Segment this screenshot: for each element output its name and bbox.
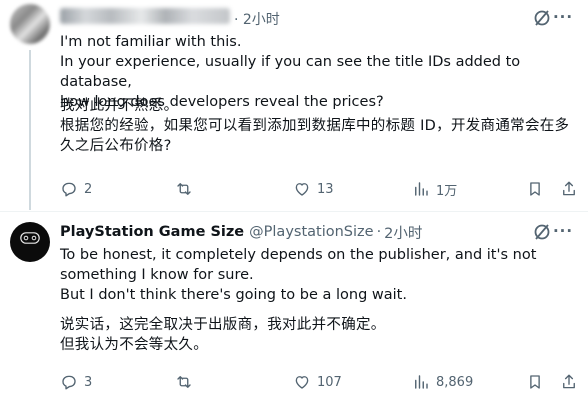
author-handle[interactable]: @PlaystationSize xyxy=(249,224,373,240)
grok-icon[interactable] xyxy=(532,222,552,242)
repost-button[interactable] xyxy=(175,371,199,393)
bookmark-icon xyxy=(530,375,540,389)
avatar[interactable] xyxy=(10,4,50,44)
share-button[interactable] xyxy=(560,371,578,393)
text-line: 我对此并不熟悉。 xyxy=(60,98,179,114)
timestamp[interactable]: 2小时 xyxy=(384,222,422,243)
reply-button[interactable]: 3 xyxy=(60,371,92,393)
text-line: To be honest, it completely depends on t… xyxy=(60,247,537,263)
share-icon xyxy=(563,181,575,196)
repost-button[interactable] xyxy=(175,178,199,200)
views-count: 8,869 xyxy=(436,374,474,390)
avatar[interactable] xyxy=(10,222,50,262)
text-line: something I know for sure. xyxy=(60,267,254,283)
reply-count: 3 xyxy=(84,374,93,390)
timestamp[interactable]: · 2小时 xyxy=(234,9,280,29)
action-bar: 3 107 8,869 xyxy=(60,371,580,393)
author-name[interactable]: PlayStation Game Size xyxy=(60,224,244,240)
grok-icon[interactable] xyxy=(532,8,552,28)
views-count: 1万 xyxy=(436,183,458,199)
like-count: 13 xyxy=(317,181,334,197)
reply-tweet-2[interactable]: PlayStation Game Size @PlaystationSize ·… xyxy=(0,212,588,402)
thread-line xyxy=(29,50,31,210)
more-icon[interactable]: ··· xyxy=(552,221,574,241)
bookmark-button[interactable] xyxy=(526,178,544,200)
reply-button[interactable]: 2 xyxy=(60,178,92,200)
separator-dot: · xyxy=(376,224,382,240)
bookmark-button[interactable] xyxy=(526,371,544,393)
text-line: I'm not familiar with this. xyxy=(60,34,242,50)
views-button[interactable]: 8,869 xyxy=(412,371,473,393)
repost-icon xyxy=(177,376,191,388)
action-bar: 2 13 1万 xyxy=(60,178,580,200)
reply-count: 2 xyxy=(84,181,93,197)
like-button[interactable]: 107 xyxy=(293,371,342,393)
bookmark-icon xyxy=(530,182,540,196)
author-row: PlayStation Game Size @PlaystationSize ·… xyxy=(60,222,422,242)
reply-icon xyxy=(62,375,76,390)
author-name-blurred[interactable] xyxy=(60,8,230,24)
reply-tweet-1[interactable]: · 2小时 ··· I'm not familiar with this. In… xyxy=(0,0,588,212)
views-icon xyxy=(415,182,428,196)
text-line: 但我认为不会等太久。 xyxy=(60,337,208,353)
views-icon xyxy=(415,375,428,389)
like-icon xyxy=(295,376,309,389)
text-line: 根据您的经验，如果您可以看到添加到数据库中的标题 ID，开发商通常会在多 xyxy=(60,118,570,134)
share-button[interactable] xyxy=(560,178,578,200)
text-line: In your experience, usually if you can s… xyxy=(60,54,521,90)
reply-icon xyxy=(62,182,76,197)
like-count: 107 xyxy=(317,374,342,390)
like-icon xyxy=(295,183,309,196)
text-line: But I don't think there's going to be a … xyxy=(60,287,407,303)
more-icon[interactable]: ··· xyxy=(552,7,574,27)
like-button[interactable]: 13 xyxy=(293,178,334,200)
text-line: 说实话，这完全取决于出版商，我对此并不确定。 xyxy=(60,317,386,333)
controller-logo-icon xyxy=(20,232,40,244)
tweet-text-zh: 说实话，这完全取决于出版商，我对此并不确定。 但我认为不会等太久。 xyxy=(60,315,580,355)
repost-icon xyxy=(177,183,191,195)
tweet-text-en: To be honest, it completely depends on t… xyxy=(60,245,580,305)
share-icon xyxy=(563,374,575,389)
text-line: 久之后公布价格? xyxy=(60,138,172,154)
tweet-text-zh: 我对此并不熟悉。 根据您的经验，如果您可以看到添加到数据库中的标题 ID，开发商… xyxy=(60,96,580,156)
views-button[interactable]: 1万 xyxy=(412,178,457,200)
